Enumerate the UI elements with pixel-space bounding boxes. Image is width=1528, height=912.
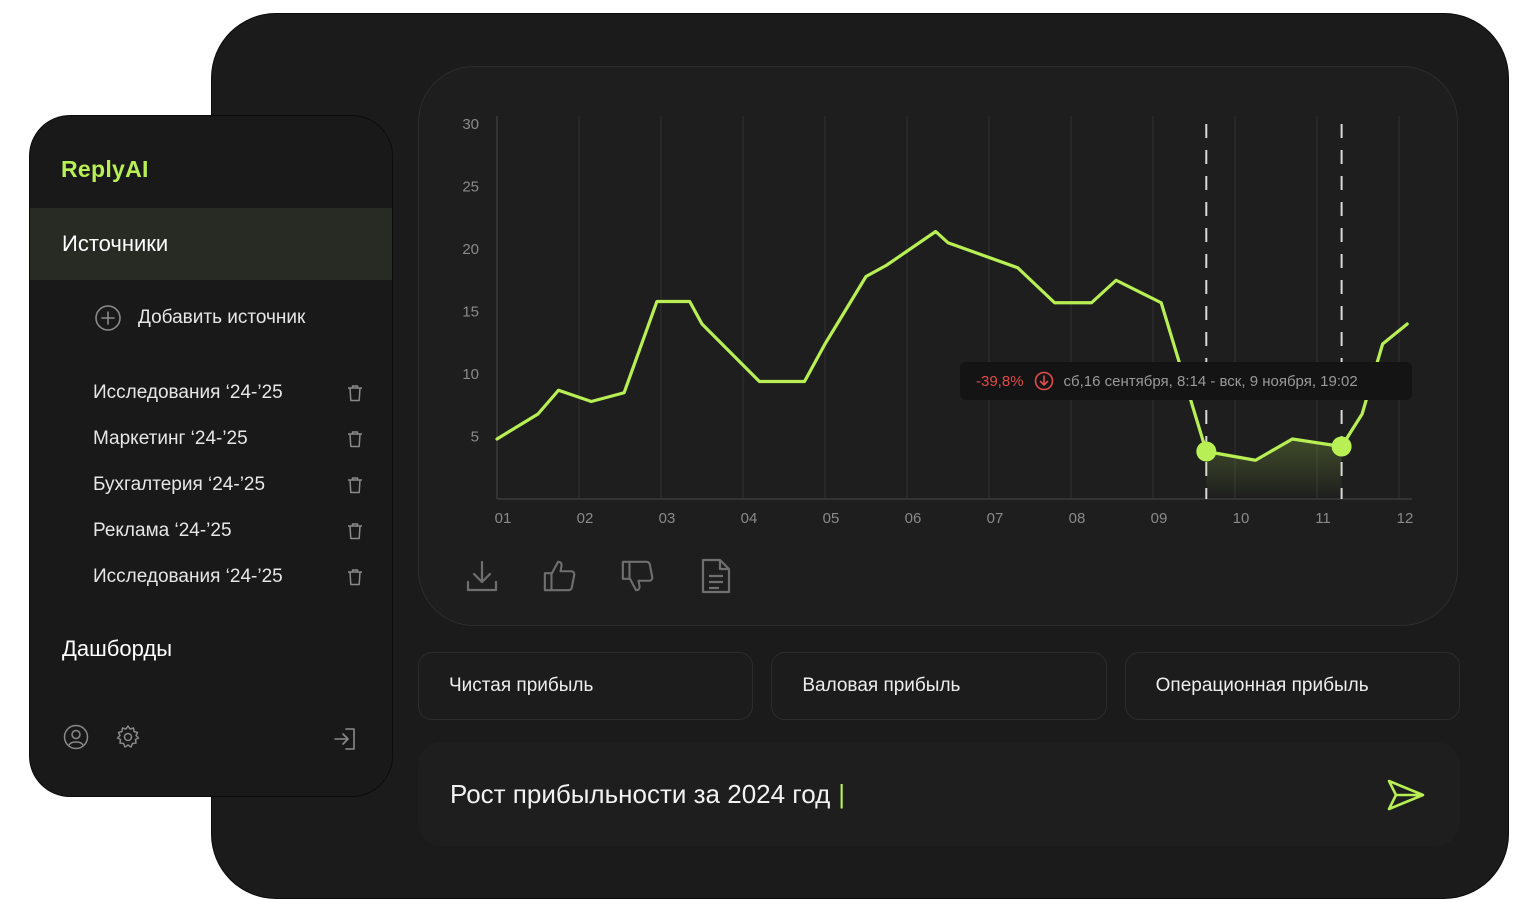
trash-icon[interactable] [347,430,363,448]
thumbs-up-icon[interactable] [542,556,578,596]
sidebar: ReplyAI Источники Добавить источник Иссл… [30,116,392,796]
gear-icon[interactable] [115,724,141,750]
y-tick-label: 10 [462,366,479,383]
download-icon[interactable] [464,556,500,596]
thumbs-down-icon[interactable] [620,556,656,596]
plus-circle-icon [94,304,122,332]
line-chart: 5 10 15 20 25 30 01 02 03 04 05 06 07 08 09 10 11 12 [462,116,1414,527]
y-tick-label: 15 [462,304,479,321]
x-tick-label: 08 [1069,510,1086,527]
change-percent: -39,8% [976,372,1024,390]
x-tick-label: 02 [577,510,594,527]
trash-icon[interactable] [347,522,363,540]
logout-icon[interactable] [332,726,358,752]
x-tick-label: 05 [823,510,840,527]
chart-card: 5 10 15 20 25 30 01 02 03 04 05 06 07 08 09 10 11 12 [418,66,1458,626]
trash-icon[interactable] [347,568,363,586]
y-tick-label: 20 [462,241,479,258]
y-tick-label: 5 [471,429,479,446]
prompt-input[interactable]: Рост прибыльности за 2024 год | [418,742,1460,846]
range-marker [1331,436,1352,457]
sidebar-section-dashboards[interactable]: Дашборды [62,636,172,662]
suggestion-chips: Чистая прибыль Валовая прибыль Операцион… [418,652,1460,720]
source-label: Бухгалтерия ‘24-’25 [93,474,266,495]
source-label: Исследования ‘24-’25 [93,566,283,587]
add-source-label: Добавить источник [138,307,306,328]
source-item[interactable]: Исследования ‘24-’25 [93,378,363,408]
source-label: Маркетинг ‘24-’25 [93,428,248,449]
sidebar-section-sources[interactable]: Источники [30,208,392,280]
date-range: сб,16 сентября, 8:14 - вск, 9 ноября, 19… [1063,372,1358,390]
source-item[interactable]: Маркетинг ‘24-’25 [93,424,363,454]
app-logo: ReplyAI [61,156,149,182]
x-tick-label: 07 [987,510,1004,527]
source-label: Исследования ‘24-’25 [93,382,283,403]
x-tick-label: 12 [1397,510,1414,527]
source-item[interactable]: Реклама ‘24-’25 [93,516,363,546]
y-tick-label: 30 [462,116,479,133]
add-source-button[interactable]: Добавить источник [94,304,305,332]
user-icon[interactable] [63,724,89,750]
series-line [495,229,1409,462]
text-cursor: | [838,778,846,809]
chip-operating-profit[interactable]: Операционная прибыль [1124,652,1460,720]
x-tick-label: 04 [741,510,758,527]
source-item[interactable]: Исследования ‘24-’25 [93,562,363,592]
x-tick-label: 03 [659,510,676,527]
range-tooltip: -39,8% сб,16 сентября, 8:14 - вск, 9 ноя… [960,362,1412,400]
chip-gross-profit[interactable]: Валовая прибыль [771,652,1107,720]
prompt-text[interactable]: Рост прибыльности за 2024 год [450,779,830,810]
chip-net-profit[interactable]: Чистая прибыль [418,652,754,720]
x-tick-label: 11 [1315,510,1331,527]
sources-title: Источники [62,231,169,256]
document-icon[interactable] [698,556,734,596]
x-tick-label: 09 [1151,510,1168,527]
trash-icon[interactable] [347,476,363,494]
x-tick-label: 01 [495,510,512,527]
trash-icon[interactable] [347,384,363,402]
x-tick-label: 10 [1233,510,1250,527]
send-icon[interactable] [1386,778,1426,817]
y-tick-label: 25 [462,179,479,196]
source-item[interactable]: Бухгалтерия ‘24-’25 [93,470,363,500]
chart-actions [464,556,734,596]
source-label: Реклама ‘24-’25 [93,520,232,541]
sidebar-footer [63,724,141,750]
x-tick-label: 06 [905,510,922,527]
arrow-down-circle-icon [1034,371,1054,391]
range-marker [1196,441,1217,462]
